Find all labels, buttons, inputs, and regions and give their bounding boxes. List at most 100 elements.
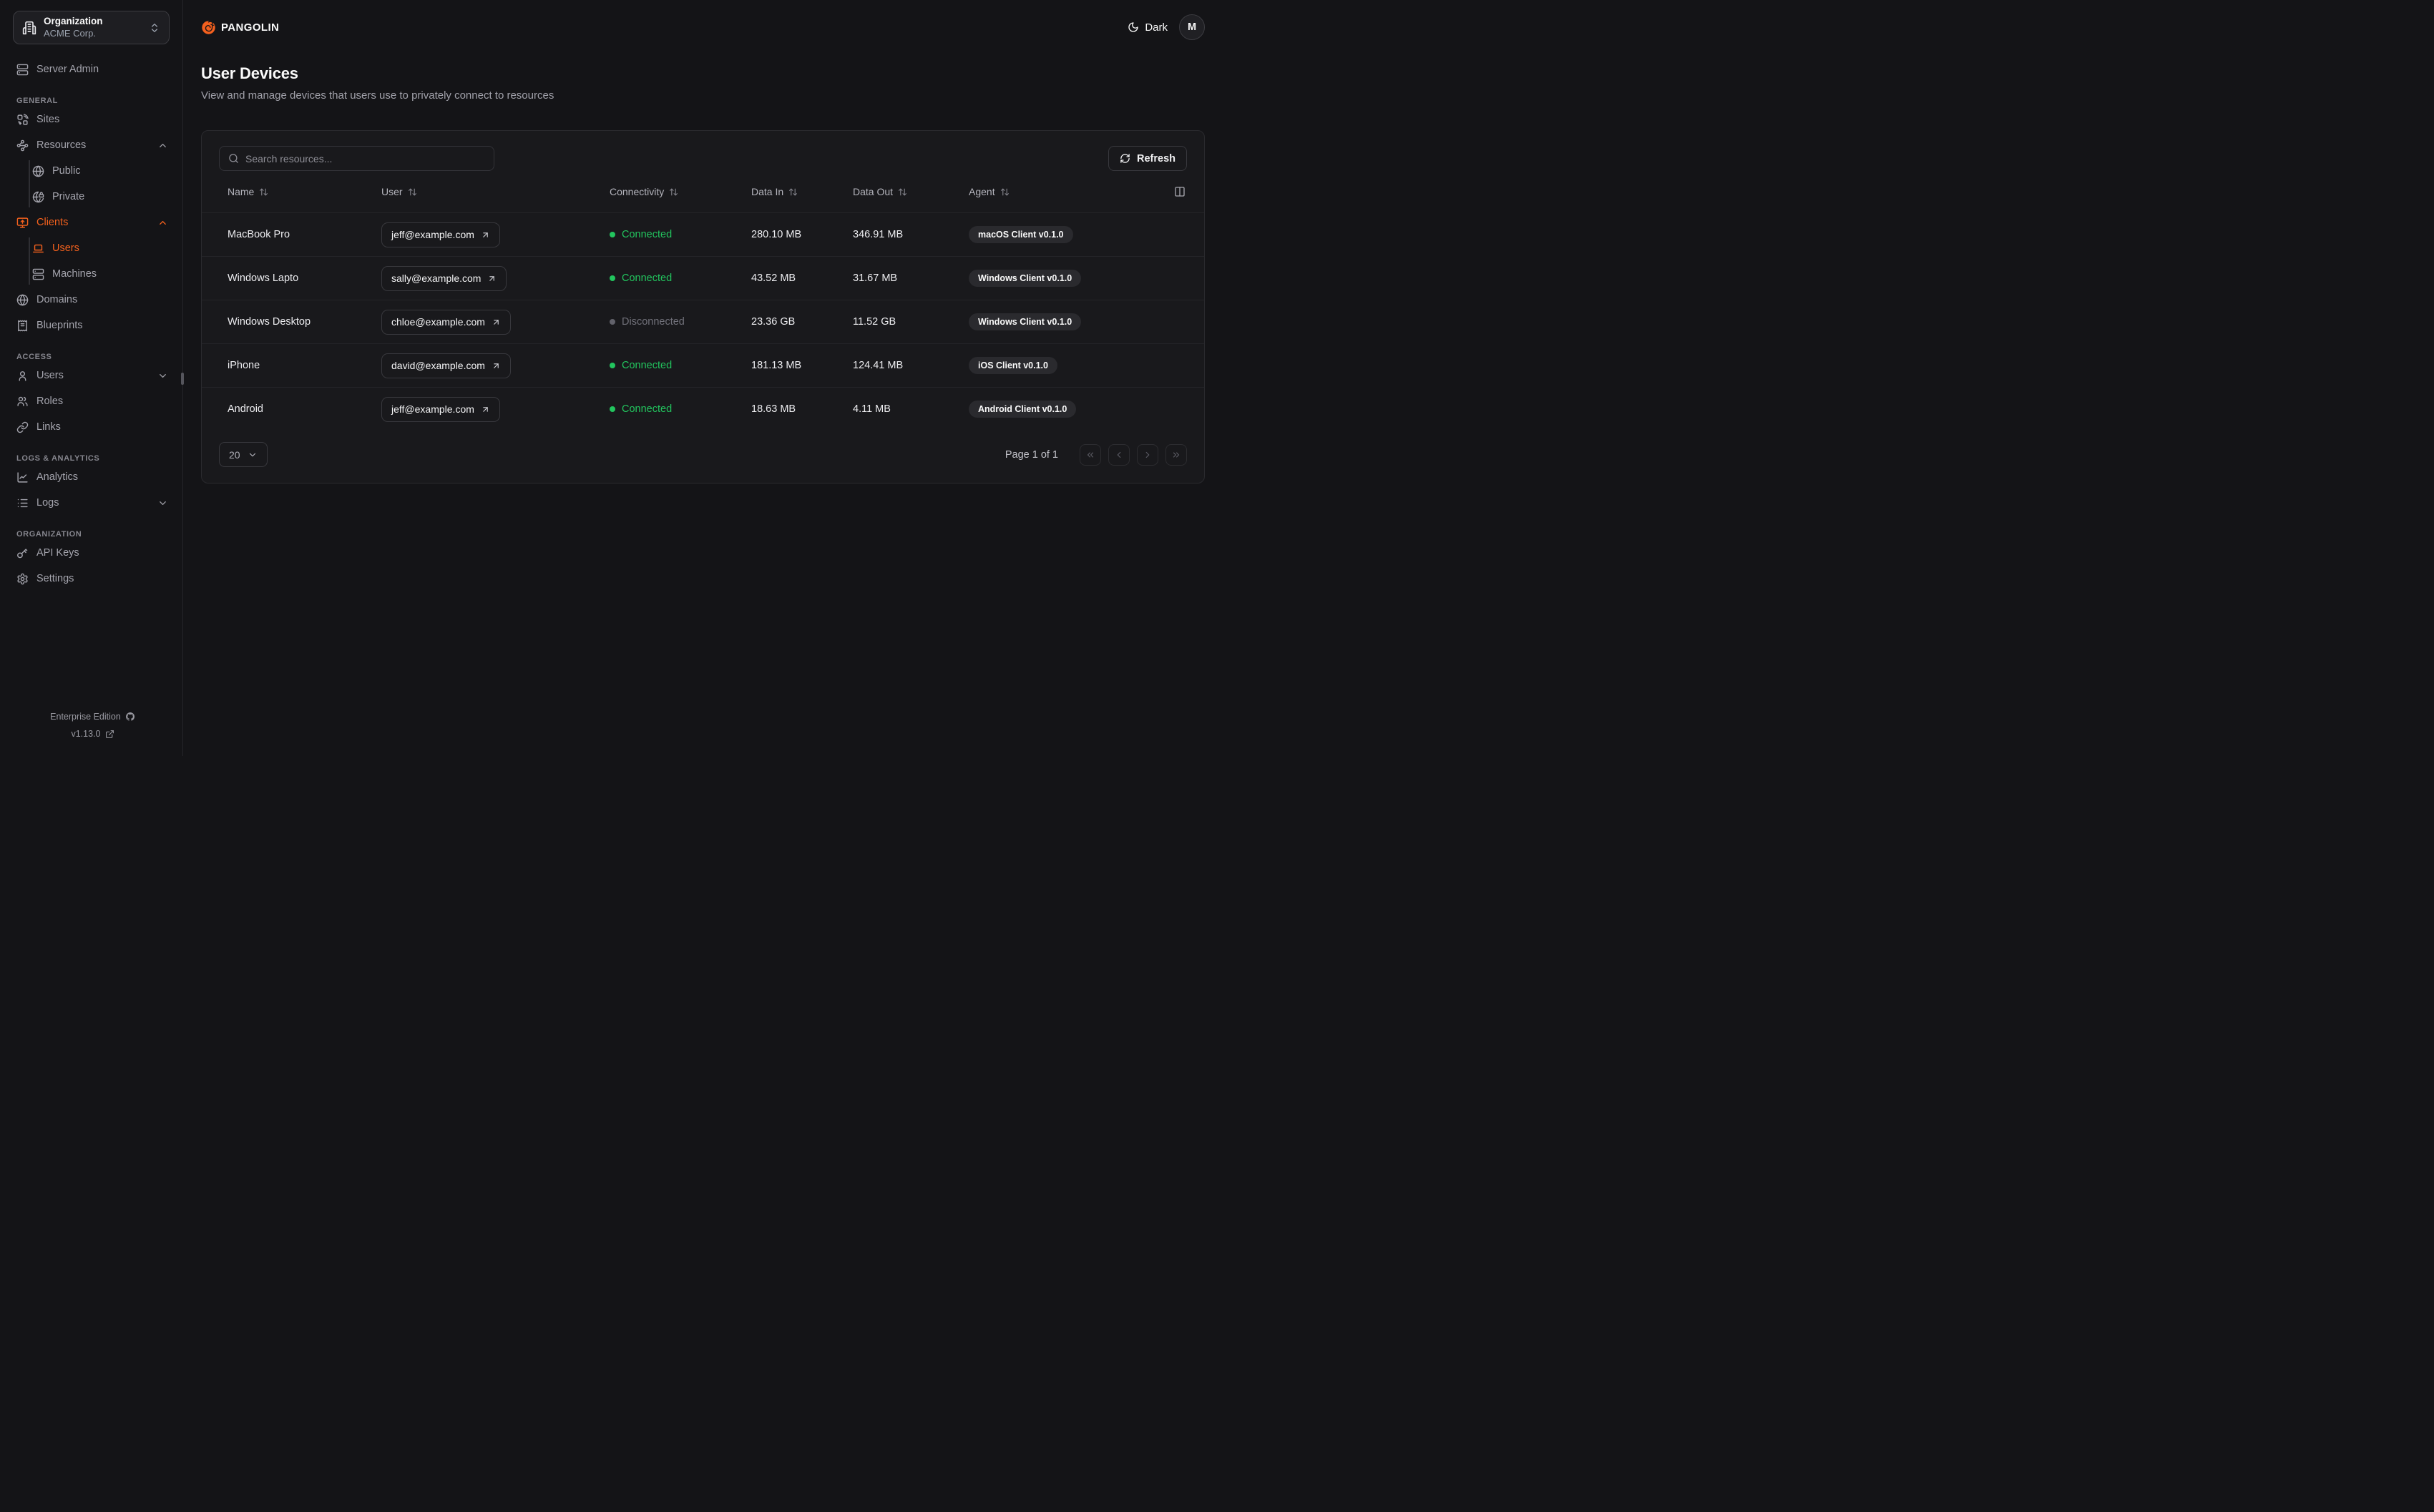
edition-line[interactable]: Enterprise Edition	[50, 712, 135, 722]
column-header-data-out[interactable]: Data Out	[844, 186, 960, 197]
user-link-button[interactable]: jeff@example.com	[381, 222, 500, 247]
sidebar-item-public[interactable]: Public	[13, 158, 172, 184]
previous-page-button[interactable]	[1108, 443, 1130, 466]
user-link-button[interactable]: chloe@example.com	[381, 309, 511, 335]
user-email: jeff@example.com	[391, 403, 474, 415]
building-icon	[22, 21, 36, 35]
sidebar-item-label: API Keys	[36, 547, 79, 559]
arrow-up-right-icon	[481, 230, 490, 240]
receipt-icon	[16, 320, 29, 332]
main-content: PANGOLIN Dark M User Devices View and ma…	[183, 0, 1217, 756]
avatar[interactable]: M	[1179, 14, 1205, 40]
user-link-button[interactable]: sally@example.com	[381, 265, 507, 291]
section-label-general: GENERAL	[16, 97, 58, 105]
sidebar-item-api-keys[interactable]: API Keys	[13, 540, 172, 566]
monitor-up-icon	[16, 217, 29, 229]
data-out-value: 31.67 MB	[853, 273, 898, 284]
table-row: MacBook Pro jeff@example.com Connected 2…	[202, 212, 1204, 256]
sidebar-item-clients-users[interactable]: Users	[13, 235, 172, 261]
chevron-left-icon	[1114, 450, 1124, 460]
org-selector[interactable]: Organization ACME Corp.	[13, 11, 170, 44]
column-header-name[interactable]: Name	[219, 186, 373, 197]
sidebar-item-blueprints[interactable]: Blueprints	[13, 313, 172, 338]
first-page-button[interactable]	[1080, 443, 1101, 466]
topbar: PANGOLIN Dark M	[201, 0, 1205, 54]
brand-name: PANGOLIN	[221, 21, 280, 34]
external-link-icon	[105, 730, 114, 739]
sidebar-item-domains[interactable]: Domains	[13, 287, 172, 313]
sidebar-item-clients[interactable]: Clients	[13, 210, 172, 235]
sort-icon	[669, 187, 678, 197]
sidebar-item-label: Private	[52, 191, 85, 202]
column-header-user[interactable]: User	[373, 186, 601, 197]
status-badge: Connected	[610, 403, 672, 415]
sidebar-item-machines[interactable]: Machines	[13, 261, 172, 287]
sidebar-item-label: Blueprints	[36, 320, 83, 331]
sidebar-item-logs[interactable]: Logs	[13, 490, 172, 516]
device-name: Windows Desktop	[228, 316, 311, 328]
sidebar-item-roles[interactable]: Roles	[13, 388, 172, 414]
chevron-right-icon	[1143, 450, 1153, 460]
columns-icon	[1174, 186, 1186, 197]
sidebar-item-resources[interactable]: Resources	[13, 132, 172, 158]
sidebar-resize-handle[interactable]	[181, 373, 184, 385]
moon-icon	[1128, 21, 1139, 33]
page-info: Page 1 of 1	[1005, 448, 1058, 461]
sidebar-item-server-admin[interactable]: Server Admin	[13, 57, 172, 82]
user-link-button[interactable]: david@example.com	[381, 353, 511, 378]
table-row: Windows Desktop chloe@example.com Discon…	[202, 300, 1204, 343]
sidebar-item-label: Public	[52, 165, 81, 177]
arrow-up-right-icon	[492, 361, 501, 370]
clients-subtree: Users Machines	[13, 235, 172, 287]
sidebar-item-private[interactable]: Private	[13, 184, 172, 210]
table-row: Android jeff@example.com Connected 18.63…	[202, 387, 1204, 431]
user-email: sally@example.com	[391, 273, 482, 284]
server-icon	[16, 64, 29, 76]
sidebar-footer: Enterprise Edition v1.13.0	[13, 712, 172, 743]
column-header-data-in[interactable]: Data In	[743, 186, 844, 197]
user-email: jeff@example.com	[391, 229, 474, 240]
chart-line-icon	[16, 471, 29, 483]
column-visibility-button[interactable]	[1174, 186, 1186, 197]
chevron-up-icon	[157, 140, 168, 151]
column-label: Connectivity	[610, 186, 665, 197]
user-icon	[16, 370, 29, 382]
column-label: Name	[228, 186, 255, 197]
refresh-icon	[1120, 153, 1130, 164]
page-size-select[interactable]: 20	[219, 442, 268, 467]
theme-toggle[interactable]: Dark	[1128, 21, 1168, 34]
chevrons-left-icon	[1085, 450, 1095, 460]
sidebar-item-users[interactable]: Users	[13, 363, 172, 388]
chevron-up-icon	[157, 217, 168, 228]
chevrons-up-down-icon	[149, 22, 160, 34]
key-icon	[16, 547, 29, 559]
column-header-agent[interactable]: Agent	[960, 186, 1187, 197]
chevron-down-icon	[157, 370, 168, 381]
status-badge: Disconnected	[610, 316, 685, 328]
sidebar-item-label: Clients	[36, 217, 69, 228]
search-input[interactable]	[245, 152, 485, 165]
status-label: Disconnected	[622, 316, 685, 328]
sort-icon	[259, 187, 268, 197]
refresh-label: Refresh	[1137, 152, 1176, 165]
user-link-button[interactable]: jeff@example.com	[381, 396, 500, 422]
sidebar-item-analytics[interactable]: Analytics	[13, 464, 172, 490]
sort-icon	[408, 187, 417, 197]
pagination: Page 1 of 1	[1005, 443, 1187, 466]
data-out-value: 346.91 MB	[853, 229, 904, 240]
sidebar-item-sites[interactable]: Sites	[13, 107, 172, 132]
brand[interactable]: PANGOLIN	[201, 20, 279, 35]
column-label: User	[381, 186, 403, 197]
chevron-down-icon	[248, 450, 258, 460]
last-page-button[interactable]	[1165, 443, 1187, 466]
sites-icon	[16, 113, 29, 126]
column-header-connectivity[interactable]: Connectivity	[601, 186, 743, 197]
agent-badge: Windows Client v0.1.0	[969, 313, 1082, 331]
refresh-button[interactable]: Refresh	[1108, 146, 1187, 171]
sort-icon	[898, 187, 907, 197]
sidebar-item-settings[interactable]: Settings	[13, 566, 172, 591]
version-line[interactable]: v1.13.0	[71, 730, 114, 739]
sidebar-item-links[interactable]: Links	[13, 414, 172, 440]
next-page-button[interactable]	[1137, 443, 1158, 466]
column-label: Data In	[751, 186, 784, 197]
